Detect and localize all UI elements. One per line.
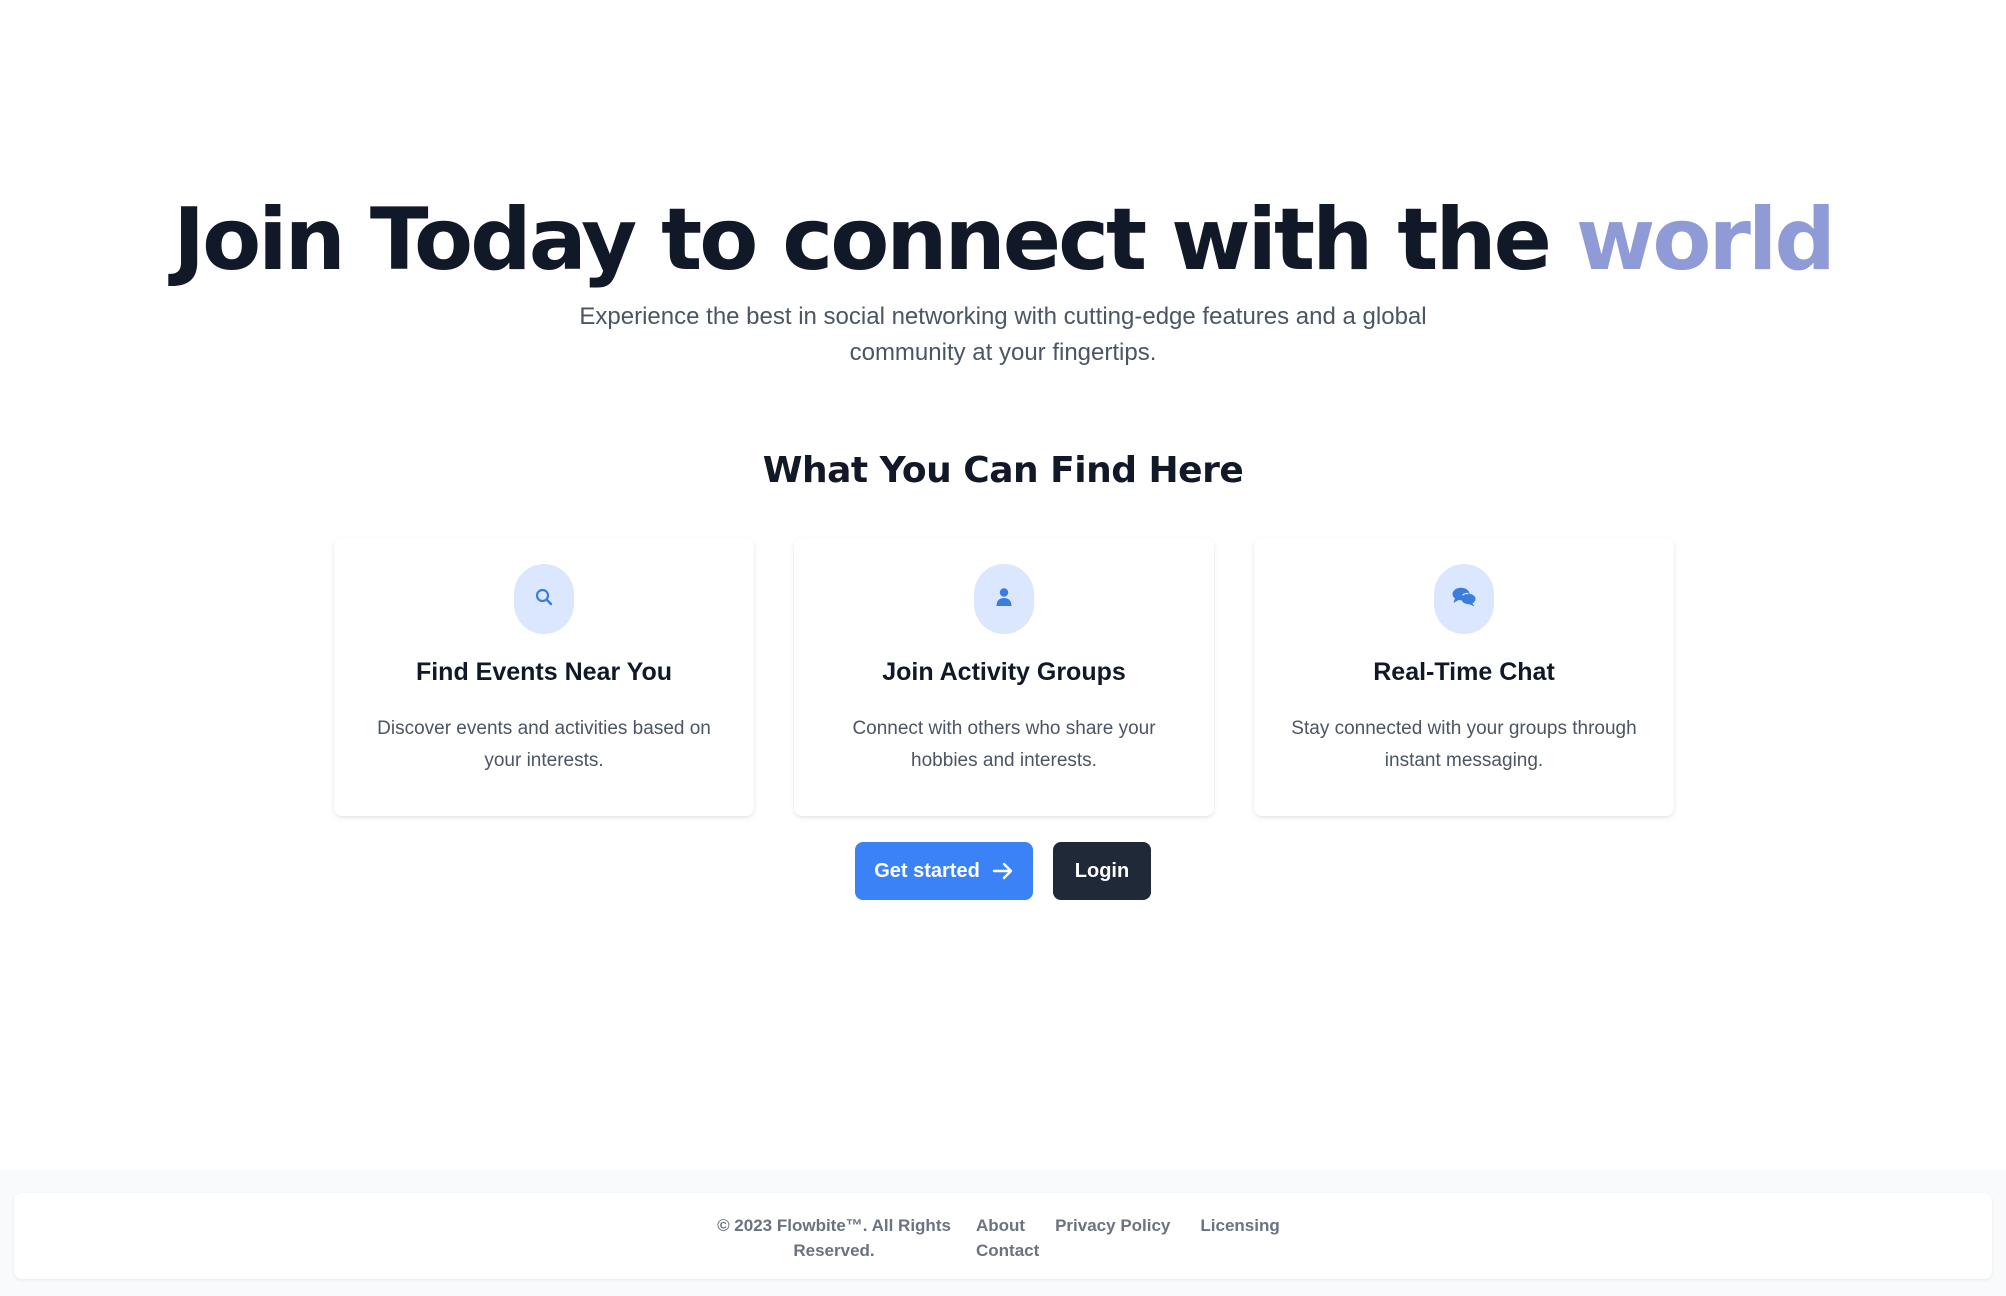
feature-card-title: Find Events Near You [415,658,673,686]
login-button[interactable]: Login [1053,842,1151,900]
feature-card-description: Connect with others who share your hobbi… [852,718,1156,771]
page: Join Today to connect with the world Exp… [0,0,2006,1296]
user-icon [995,587,1013,612]
get-started-label: Get started [874,859,980,882]
feature-card-title: Real-Time Chat [1373,658,1555,686]
get-started-button[interactable]: Get started [855,842,1033,900]
feature-card-description: Stay connected with your groups through … [1291,718,1637,771]
feature-card-title: Join Activity Groups [882,658,1126,686]
footer: © 2023 Flowbite™. All Rights Reserved. A… [14,1193,1992,1279]
footer-links: About Privacy Policy Licensing Contact [976,1213,1306,1263]
footer-link-privacy-policy[interactable]: Privacy Policy [1055,1213,1170,1238]
chat-icon [1451,586,1477,613]
icon-badge [974,564,1034,634]
arrow-right-icon [992,862,1014,880]
features-title: What You Can Find Here [762,450,1244,491]
cta-buttons: Get started Login [0,842,2006,900]
feature-card-chat: Real-Time Chat Stay connected with your … [1254,538,1674,816]
feature-card-groups: Join Activity Groups Connect with others… [794,538,1214,816]
hero-subtitle: Experience the best in social networking… [579,303,1427,366]
footer-link-licensing[interactable]: Licensing [1200,1213,1279,1238]
hero-title: Join Today to connect with the world [0,185,2006,295]
footer-link-about[interactable]: About [976,1213,1025,1238]
icon-badge [1434,564,1494,634]
search-icon [534,587,554,612]
footer-link-contact[interactable]: Contact [976,1238,1039,1263]
features-list: Find Events Near You Discover events and… [334,538,1674,816]
hero-section: Join Today to connect with the world Exp… [0,185,2006,371]
feature-card-events: Find Events Near You Discover events and… [334,538,754,816]
feature-card-description: Discover events and activities based on … [377,718,711,771]
icon-badge [514,564,574,634]
hero-title-accent: world [1575,190,1836,290]
hero-title-main: Join Today to connect with the [173,190,1576,290]
footer-copyright: © 2023 Flowbite™. All Rights Reserved. [717,1216,951,1260]
